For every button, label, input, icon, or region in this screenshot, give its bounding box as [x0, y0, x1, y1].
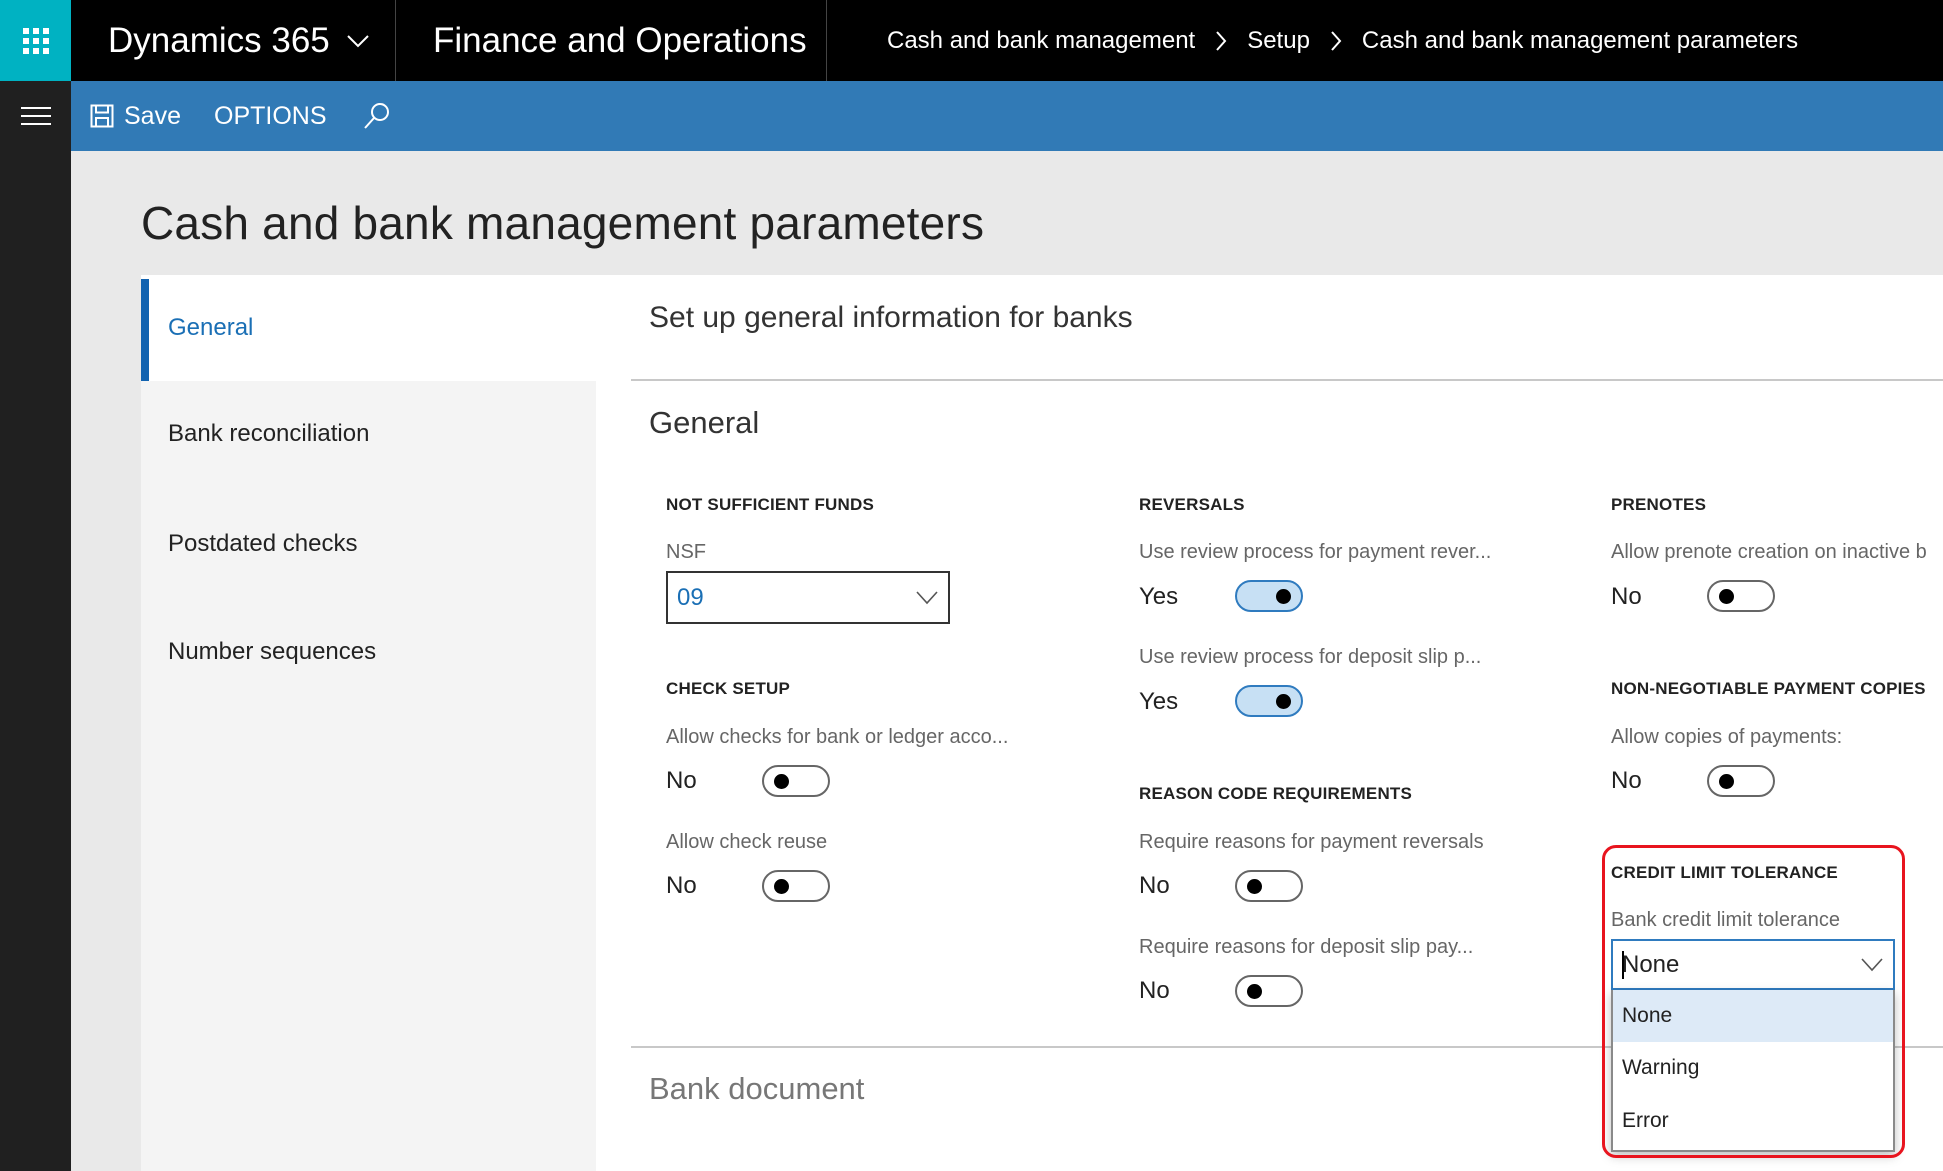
- allow-copies-value: No: [1611, 767, 1642, 794]
- credit-limit-tolerance-options: None Warning Error: [1611, 990, 1895, 1152]
- allow-checks-label: Allow checks for bank or ledger acco...: [666, 726, 1009, 748]
- module-name: Finance and Operations: [433, 20, 807, 60]
- dropdown-option[interactable]: Warning: [1613, 1042, 1893, 1094]
- review-payment-reversal-toggle[interactable]: [1235, 580, 1303, 612]
- credit-limit-tolerance-label: Bank credit limit tolerance: [1611, 909, 1840, 931]
- allow-copies-label: Allow copies of payments:: [1611, 726, 1843, 748]
- save-icon: [90, 104, 114, 128]
- dropdown-option[interactable]: Error: [1613, 1095, 1893, 1147]
- toggle-knob: [774, 879, 789, 894]
- nav-tab-postdated-checks[interactable]: Postdated checks: [141, 491, 596, 597]
- require-reasons-payment-value: No: [1139, 872, 1170, 899]
- allow-prenote-toggle[interactable]: [1707, 580, 1775, 612]
- group-title-reversals: REVERSALS: [1139, 495, 1245, 514]
- save-label: Save: [124, 101, 181, 130]
- require-reasons-deposit-label: Require reasons for deposit slip pay...: [1139, 936, 1474, 958]
- group-title-reason-codes: REASON CODE REQUIREMENTS: [1139, 784, 1413, 803]
- nsf-value: 09: [677, 583, 704, 611]
- credit-limit-tolerance-value: None: [1622, 950, 1680, 978]
- toggle-knob: [1719, 589, 1734, 604]
- header-divider: [826, 0, 827, 81]
- section-bank-document-header[interactable]: Bank document: [649, 1071, 864, 1107]
- group-title-credit-limit-tolerance: CREDIT LIMIT TOLERANCE: [1611, 863, 1838, 882]
- review-deposit-slip-toggle[interactable]: [1235, 685, 1303, 717]
- group-title-prenotes: PRENOTES: [1611, 495, 1707, 514]
- action-toolbar: Save OPTIONS: [71, 81, 1943, 151]
- allow-prenote-label: Allow prenote creation on inactive b: [1611, 541, 1927, 563]
- toggle-knob: [1276, 694, 1291, 709]
- toggle-knob: [774, 774, 789, 789]
- require-reasons-payment-toggle[interactable]: [1235, 870, 1303, 902]
- allow-check-reuse-toggle[interactable]: [762, 870, 830, 902]
- require-reasons-payment-label: Require reasons for payment reversals: [1139, 831, 1484, 853]
- page-title: Cash and bank management parameters: [141, 197, 985, 249]
- require-reasons-deposit-value: No: [1139, 977, 1170, 1004]
- section-general-header[interactable]: General: [649, 405, 759, 441]
- breadcrumb-item[interactable]: Cash and bank management: [887, 27, 1195, 55]
- app-launcher-button[interactable]: [0, 0, 71, 81]
- tab-navigation: General Bank reconciliation Postdated ch…: [141, 275, 596, 1171]
- allow-checks-toggle[interactable]: [762, 765, 830, 797]
- credit-limit-tolerance-input[interactable]: None: [1622, 941, 1679, 988]
- chevron-down-icon: [1861, 957, 1883, 971]
- review-deposit-slip-value: Yes: [1139, 688, 1179, 715]
- nsf-label: NSF: [666, 541, 706, 563]
- group-title-non-negotiable-copies: NON-NEGOTIABLE PAYMENT COPIES: [1611, 679, 1926, 698]
- product-name: Dynamics 365: [108, 20, 330, 60]
- dropdown-option[interactable]: None: [1613, 990, 1893, 1042]
- chevron-down-icon: [347, 34, 369, 47]
- chevron-right-icon: [1331, 30, 1342, 51]
- group-title-not-sufficient-funds: NOT SUFFICIENT FUNDS: [666, 495, 874, 514]
- search-icon: [364, 103, 389, 129]
- section-divider: [631, 379, 1943, 381]
- hamburger-icon: [20, 107, 51, 125]
- breadcrumb: Cash and bank management Setup Cash and …: [887, 0, 1798, 81]
- review-deposit-slip-label: Use review process for deposit slip p...: [1139, 646, 1482, 668]
- chevron-right-icon: [1216, 30, 1227, 51]
- allow-check-reuse-label: Allow check reuse: [666, 831, 828, 853]
- content-heading: Set up general information for banks: [649, 301, 1133, 334]
- nav-tab-general[interactable]: General: [141, 275, 596, 381]
- waffle-icon: [22, 27, 49, 54]
- search-button[interactable]: [363, 81, 391, 151]
- group-title-check-setup: CHECK SETUP: [666, 679, 791, 698]
- options-button[interactable]: OPTIONS: [214, 81, 327, 151]
- require-reasons-deposit-toggle[interactable]: [1235, 975, 1303, 1007]
- breadcrumb-item[interactable]: Setup: [1247, 27, 1310, 55]
- toggle-knob: [1276, 589, 1291, 604]
- review-payment-reversal-value: Yes: [1139, 583, 1179, 610]
- credit-limit-tolerance-dropdown[interactable]: None: [1611, 939, 1895, 990]
- nav-tab-bank-reconciliation[interactable]: Bank reconciliation: [141, 381, 596, 487]
- nav-tab-number-sequences[interactable]: Number sequences: [141, 599, 596, 705]
- allow-prenote-value: No: [1611, 583, 1642, 610]
- nsf-dropdown[interactable]: 09: [666, 571, 950, 624]
- nav-menu-button[interactable]: [0, 81, 71, 151]
- allow-copies-toggle[interactable]: [1707, 765, 1775, 797]
- header-divider: [395, 0, 396, 81]
- allow-check-reuse-value: No: [666, 872, 697, 899]
- toggle-knob: [1247, 879, 1262, 894]
- toggle-knob: [1719, 774, 1734, 789]
- save-button[interactable]: Save: [90, 81, 181, 151]
- product-switcher[interactable]: Dynamics 365: [108, 0, 370, 81]
- toggle-knob: [1247, 984, 1262, 999]
- chevron-down-icon: [916, 590, 938, 604]
- allow-checks-value: No: [666, 767, 697, 794]
- breadcrumb-item-current: Cash and bank management parameters: [1361, 26, 1799, 54]
- review-payment-reversal-label: Use review process for payment rever...: [1139, 541, 1492, 563]
- top-header: Dynamics 365 Finance and Operations Cash…: [71, 0, 1943, 81]
- left-rail: [0, 0, 71, 1171]
